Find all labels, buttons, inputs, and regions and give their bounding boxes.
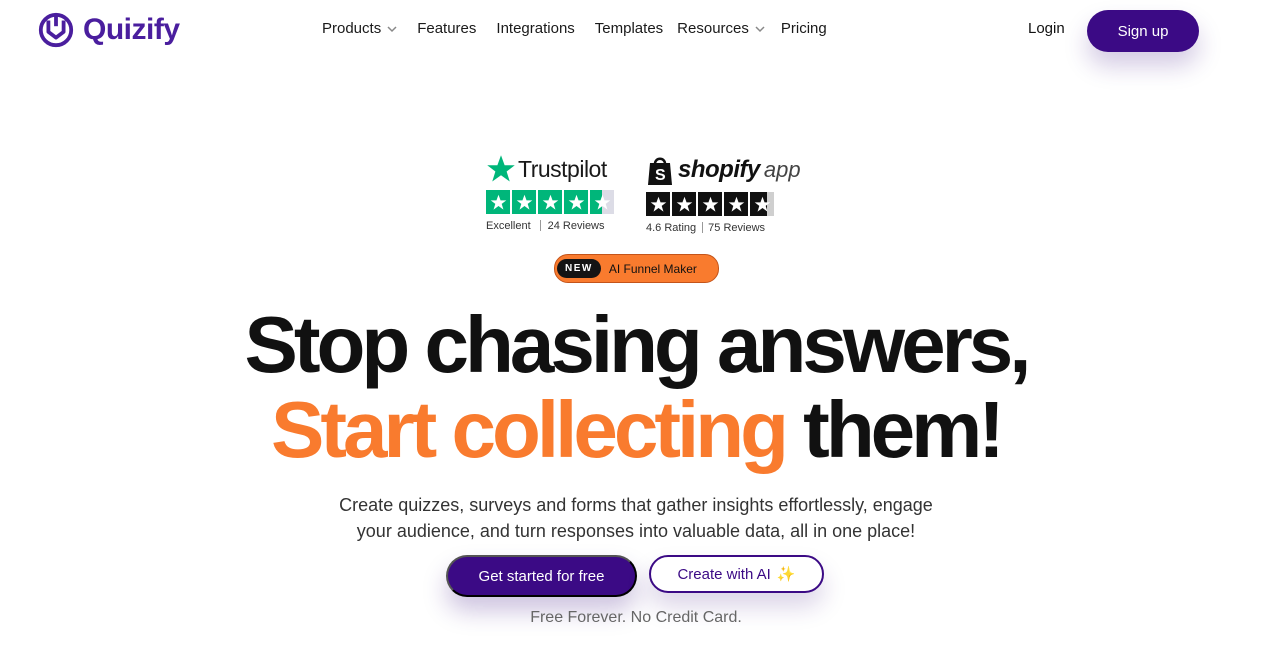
trustpilot-star-icon — [487, 155, 515, 182]
trustpilot-rating[interactable]: Trustpilot Excellent 24 Reviews — [486, 154, 616, 232]
nav-features[interactable]: Features — [417, 20, 476, 37]
nav-templates[interactable]: Templates — [595, 20, 663, 37]
divider — [539, 220, 541, 231]
trustpilot-reviews: 24 Reviews — [547, 220, 605, 232]
trustpilot-stars — [486, 190, 616, 214]
star-icon — [538, 190, 562, 214]
divider — [702, 222, 704, 233]
shopify-brand: shopify — [678, 156, 760, 183]
half-star-icon — [750, 192, 774, 216]
main-nav: Products Features Integrations Templates… — [322, 20, 847, 37]
new-feature-badge[interactable]: NEW AI Funnel Maker — [554, 254, 719, 283]
badge-tag: NEW — [557, 259, 601, 278]
nav-pricing[interactable]: Pricing — [781, 20, 827, 37]
shopify-bag-icon: S — [648, 157, 672, 185]
hero-subtitle: Create quizzes, surveys and forms that g… — [0, 492, 1272, 544]
shopify-suffix: app — [763, 157, 801, 182]
badge-label: AI Funnel Maker — [608, 261, 697, 276]
brand-logo[interactable]: Quizify — [37, 11, 180, 49]
star-icon — [564, 190, 588, 214]
chevron-down-icon — [387, 25, 397, 32]
create-with-ai-button[interactable]: Create with AI ✨ — [649, 555, 824, 593]
hero-headline-line1: Stop chasing answers, — [244, 300, 1032, 389]
shopify-stars — [646, 192, 801, 216]
star-icon — [512, 190, 536, 214]
star-icon — [724, 192, 748, 216]
star-icon — [646, 192, 670, 216]
nav-products-label: Products — [322, 20, 382, 37]
trustpilot-label: Excellent — [486, 220, 531, 232]
shopify-rating[interactable]: S shopify app 4.6 Rating 75 Reviews — [646, 154, 801, 234]
trustpilot-brand: Trustpilot — [518, 155, 607, 182]
hero-highlight: Start collecting — [271, 385, 789, 474]
shopify-label: 4.6 Rating — [646, 222, 697, 234]
nav-features-label: Features — [417, 20, 477, 37]
svg-text:S: S — [655, 167, 666, 184]
chevron-down-icon — [755, 25, 765, 32]
nav-resources[interactable]: Resources — [677, 20, 765, 37]
half-star-icon — [590, 190, 614, 214]
nav-integrations-label: Integrations — [496, 20, 575, 37]
free-forever-note: Free Forever. No Credit Card. — [530, 609, 742, 626]
brand-name: Quizify — [83, 13, 180, 46]
star-icon — [486, 190, 510, 214]
hero-headline-line2: Start collecting them! — [0, 390, 1272, 470]
nav-integrations[interactable]: Integrations — [496, 20, 574, 37]
nav-products[interactable]: Products — [322, 20, 397, 37]
nav-pricing-label: Pricing — [780, 20, 827, 37]
hero-subtitle-line2: your audience, and turn responses into v… — [356, 521, 916, 541]
shopify-reviews: 75 Reviews — [708, 222, 766, 234]
sparkles-icon: ✨ — [776, 566, 796, 583]
login-link[interactable]: Login — [1028, 20, 1065, 37]
nav-templates-label: Templates — [594, 20, 664, 37]
create-with-ai-label: Create with AI — [677, 565, 771, 583]
quizify-logo-icon — [38, 12, 74, 48]
signup-button[interactable]: Sign up — [1087, 10, 1199, 52]
star-icon — [698, 192, 722, 216]
hero-subtitle-line1: Create quizzes, surveys and forms that g… — [339, 495, 933, 515]
hero-headline-rest: them! — [803, 385, 1005, 474]
get-started-button[interactable]: Get started for free — [446, 555, 637, 597]
star-icon — [672, 192, 696, 216]
nav-resources-label: Resources — [677, 20, 749, 37]
